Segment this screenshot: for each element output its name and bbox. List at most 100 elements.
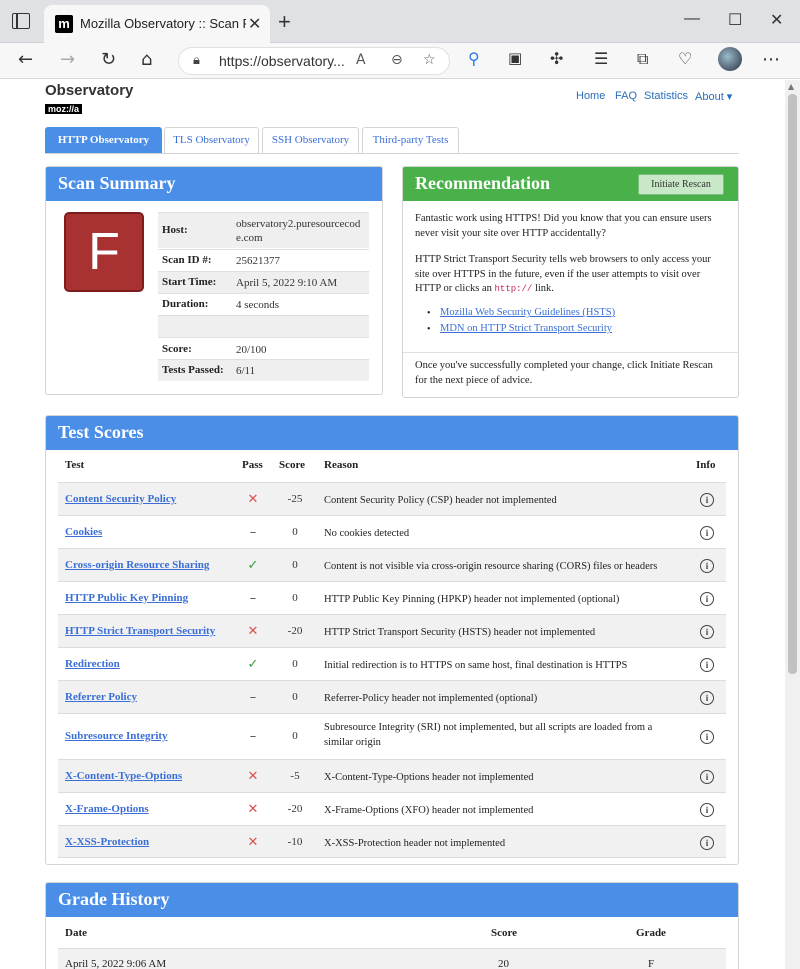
nav-faq[interactable]: FAQ: [615, 90, 637, 102]
test-reason: HTTP Public Key Pinning (HPKP) header no…: [324, 593, 620, 605]
nav-about[interactable]: About ▾: [695, 90, 732, 103]
fail-x-icon: ✕: [247, 491, 259, 507]
tab-close-icon[interactable]: ✕: [248, 14, 261, 34]
close-window-button[interactable]: ✕: [770, 10, 783, 30]
tab-third-party-tests[interactable]: Third-party Tests: [362, 127, 459, 154]
address-bar[interactable]: 🔒︎ https://observatory... A ⊖ ☆: [178, 47, 450, 75]
col-reason: Reason: [324, 459, 359, 471]
test-score: -5: [290, 769, 300, 782]
not-applicable-dash-icon: –: [249, 689, 257, 705]
test-reason: No cookies detected: [324, 527, 410, 539]
test-name-link[interactable]: Cookies: [65, 526, 102, 538]
table-row: Referrer Policy – 0 Referrer-Policy header …: [58, 680, 726, 713]
fail-x-icon: ✕: [247, 623, 259, 639]
summary-row-tests-passed: Tests Passed: 6/11: [158, 359, 369, 381]
info-icon[interactable]: i: [700, 591, 714, 606]
more-options-icon[interactable]: ⋯: [762, 49, 780, 70]
not-applicable-dash-icon: –: [249, 524, 257, 540]
test-reason: Referrer-Policy header not implemented (…: [324, 692, 538, 704]
tab-ssh-observatory[interactable]: SSH Observatory: [262, 127, 359, 154]
test-name-link[interactable]: Referrer Policy: [65, 691, 137, 703]
summary-row-blank: [158, 315, 369, 337]
info-icon[interactable]: i: [700, 690, 714, 705]
nav-home[interactable]: Home: [576, 90, 605, 102]
test-score: -10: [287, 835, 303, 848]
page-scrollbar[interactable]: ▲: [785, 80, 800, 969]
zoom-icon[interactable]: ⊖: [391, 52, 403, 68]
browser-toolbar: ← → ↻ ⌂ 🔒︎ https://observatory... A ⊖ ☆ …: [0, 43, 800, 79]
back-arrow-icon[interactable]: ←: [18, 49, 33, 70]
tab-actions-menu-icon[interactable]: [12, 13, 30, 29]
maximize-button[interactable]: ☐: [728, 10, 742, 30]
fail-x-icon: ✕: [247, 801, 259, 817]
extensions-icon[interactable]: ✣: [550, 49, 563, 68]
summary-row-host: Host: observatory2.puresourcecode.com: [158, 212, 369, 248]
col-pass: Pass: [242, 459, 263, 471]
new-tab-button[interactable]: +: [278, 9, 291, 35]
tab-tls-observatory[interactable]: TLS Observatory: [164, 127, 259, 154]
tab-divider: [45, 153, 739, 154]
test-score: -20: [287, 802, 303, 815]
col-grade: Grade: [636, 927, 666, 939]
table-row: Subresource Integrity – 0 Subresource Integ…: [58, 713, 726, 759]
mozilla-favicon-icon: m: [55, 15, 73, 33]
col-score: Score: [279, 459, 306, 471]
scroll-up-icon[interactable]: ▲: [788, 82, 794, 91]
link-mozilla-web-security-guidelines[interactable]: Mozilla Web Security Guidelines (HSTS): [440, 307, 615, 318]
refresh-icon[interactable]: ↻: [101, 49, 116, 70]
favorites-icon[interactable]: ☰: [594, 49, 608, 68]
add-favorite-icon[interactable]: ☆: [423, 52, 436, 68]
tab-title: Mozilla Observatory :: Scan Results: [80, 16, 246, 31]
test-name-link[interactable]: HTTP Public Key Pinning: [65, 592, 188, 604]
info-icon[interactable]: i: [700, 802, 714, 817]
home-icon[interactable]: ⌂: [141, 49, 152, 70]
info-icon[interactable]: i: [700, 624, 714, 639]
bullet-icon: •: [427, 308, 431, 319]
not-applicable-dash-icon: –: [249, 590, 257, 606]
info-icon[interactable]: i: [700, 525, 714, 540]
test-name-link[interactable]: Subresource Integrity: [65, 730, 168, 742]
test-name-link[interactable]: X-Frame-Options: [65, 803, 149, 815]
minimize-button[interactable]: —: [684, 10, 700, 28]
selenium-extension-icon[interactable]: ▣: [508, 49, 522, 67]
test-name-link[interactable]: Content Security Policy: [65, 493, 176, 505]
search-icon[interactable]: ⚲: [468, 49, 480, 68]
info-icon[interactable]: i: [700, 835, 714, 850]
test-name-link[interactable]: X-XSS-Protection: [65, 836, 149, 848]
browser-tab-active[interactable]: m Mozilla Observatory :: Scan Results ✕: [44, 5, 270, 43]
scan-summary-heading: Scan Summary: [46, 167, 382, 201]
test-score: -20: [287, 624, 303, 637]
scroll-thumb[interactable]: [788, 94, 797, 674]
summary-row-start-time: Start Time: April 5, 2022 9:10 AM: [158, 271, 369, 293]
forward-arrow-icon[interactable]: →: [60, 49, 75, 70]
collections-icon[interactable]: ⧉: [637, 49, 648, 69]
nav-statistics[interactable]: Statistics: [644, 90, 688, 102]
test-score: 0: [292, 730, 298, 742]
read-aloud-icon[interactable]: A: [356, 52, 366, 68]
test-name-link[interactable]: X-Content-Type-Options: [65, 770, 182, 782]
test-reason: Content Security Policy (CSP) header not…: [324, 494, 557, 506]
lock-icon: 🔒︎: [193, 53, 200, 68]
col-history-score: Score: [491, 927, 518, 939]
test-score: 0: [292, 591, 298, 604]
info-icon[interactable]: i: [700, 657, 714, 672]
browser-essentials-icon[interactable]: ♡: [678, 49, 692, 68]
test-scores-heading: Test Scores: [46, 416, 738, 450]
table-row: Cross-origin Resource Sharing ✓ 0 Content i…: [58, 548, 726, 581]
test-name-link[interactable]: Redirection: [65, 658, 120, 670]
initiate-rescan-button[interactable]: Initiate Rescan: [638, 174, 724, 195]
test-score: 0: [292, 690, 298, 703]
profile-avatar[interactable]: [718, 47, 742, 71]
history-row: April 5, 2022 9:06 AM 20 F: [58, 948, 726, 969]
link-mdn-hsts[interactable]: MDN on HTTP Strict Transport Security: [440, 323, 612, 334]
info-icon[interactable]: i: [700, 492, 714, 507]
info-icon[interactable]: i: [700, 769, 714, 784]
info-icon[interactable]: i: [700, 558, 714, 573]
test-name-link[interactable]: HTTP Strict Transport Security: [65, 625, 215, 637]
site-brand[interactable]: Observatory moz://a: [45, 82, 133, 117]
test-score: 0: [292, 558, 298, 571]
history-date: April 5, 2022 9:06 AM: [65, 958, 167, 969]
test-name-link[interactable]: Cross-origin Resource Sharing: [65, 559, 209, 571]
info-icon[interactable]: i: [700, 730, 714, 744]
tab-http-observatory[interactable]: HTTP Observatory: [45, 127, 162, 154]
